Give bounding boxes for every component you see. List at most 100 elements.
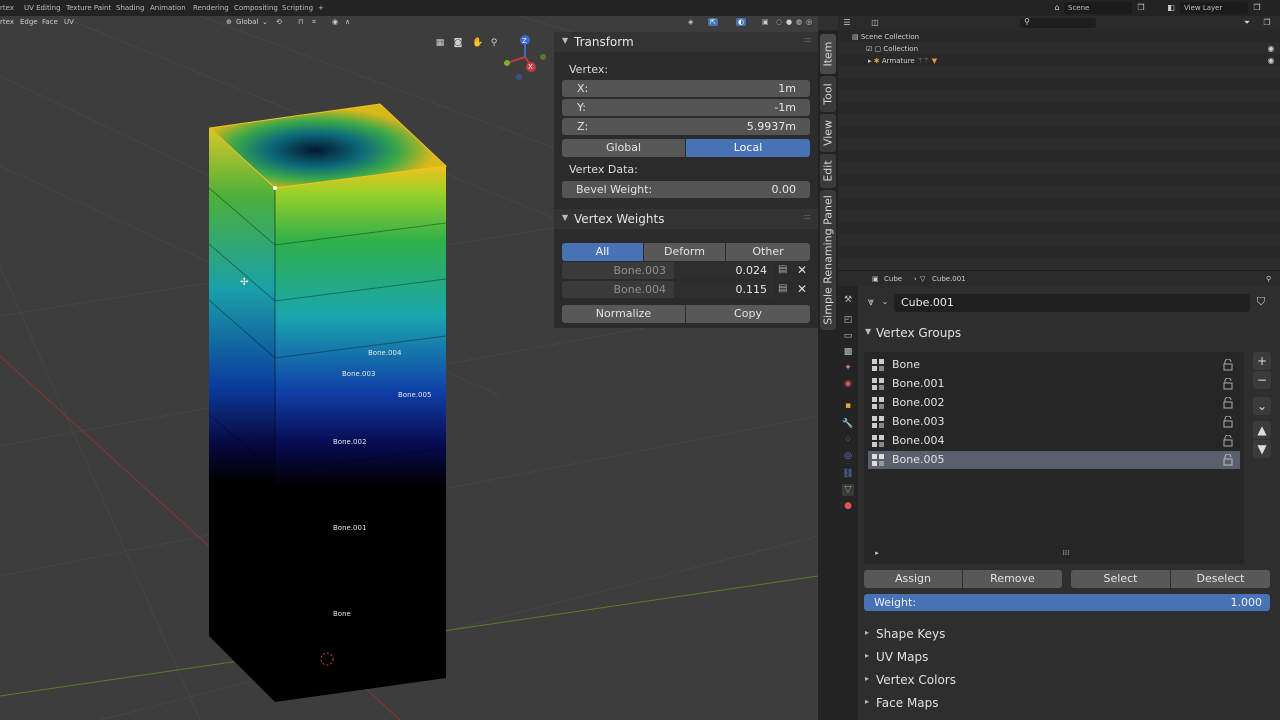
selected-vertex[interactable] [273, 186, 277, 190]
face-maps-panel-header[interactable]: ▸ Face Maps [858, 692, 1280, 714]
material-tab-icon[interactable]: ● [842, 500, 854, 512]
list-item[interactable]: Bone.002 [868, 394, 1240, 412]
local-toggle[interactable]: Local [686, 139, 810, 157]
outliner-row[interactable]: ▤ Scene Collection [852, 33, 919, 41]
vertex-y-field[interactable]: Y: -1m [562, 99, 810, 116]
delete-icon[interactable]: ✕ [797, 262, 809, 279]
overlay-toggle-icon[interactable]: ◐ [736, 18, 747, 26]
editor-type-icon[interactable]: ☰ [842, 18, 852, 28]
delete-icon[interactable]: ✕ [797, 281, 809, 298]
pin-icon[interactable]: ⚲ [1266, 275, 1271, 283]
remove-vertex-group-button[interactable]: − [1253, 371, 1271, 389]
mesh-data-tab-icon[interactable]: ▽ [842, 484, 854, 496]
paste-icon[interactable]: ▤ [778, 283, 790, 295]
checkbox-icon[interactable]: ☑ [866, 45, 872, 53]
lock-icon[interactable] [1222, 415, 1234, 428]
lock-icon[interactable] [1222, 396, 1234, 409]
remove-button[interactable]: Remove [963, 570, 1062, 588]
tool-tab-icon[interactable]: ⚒ [842, 294, 854, 306]
physics-tab-icon[interactable]: ◎ [842, 450, 854, 462]
transform-panel-header[interactable]: ▼ Transform :::: [554, 32, 818, 52]
xray-icon[interactable]: ▣ [762, 18, 769, 26]
list-resize-grip-icon[interactable]: ⁞⁞⁞ [1058, 548, 1074, 558]
workspace-tab-compositing[interactable]: Compositing [234, 4, 278, 12]
shading-wireframe-icon[interactable]: ◌ [776, 18, 782, 26]
world-tab-icon[interactable]: ◉ [842, 378, 854, 390]
output-tab-icon[interactable]: ▭ [842, 330, 854, 342]
expand-arrow-icon[interactable]: ▸ [868, 57, 872, 65]
paste-icon[interactable]: ▤ [778, 264, 790, 276]
list-item-selected[interactable]: Bone.005 [868, 451, 1240, 469]
tab-edit[interactable]: Edit [820, 154, 836, 188]
tab-all[interactable]: All [562, 243, 643, 261]
global-toggle[interactable]: Global [562, 139, 685, 157]
snap-target-icon[interactable]: ⌗ [312, 18, 316, 27]
camera-icon[interactable]: ◙ [453, 38, 463, 48]
list-item[interactable]: Bone [868, 356, 1240, 374]
workspace-tab-rendering[interactable]: Rendering [193, 4, 229, 12]
outliner-row[interactable]: ☑ ▢ Collection [866, 45, 918, 53]
vertex-group-list[interactable]: Bone Bone.001 Bone.002 Bone.003 Bone.004… [864, 352, 1244, 564]
render-tab-icon[interactable]: ◰ [842, 314, 854, 326]
vertex-groups-panel-header[interactable]: ▼ Vertex Groups [858, 322, 1280, 344]
select-button[interactable]: Select [1071, 570, 1170, 588]
filter-icon[interactable]: ⏷ [1242, 18, 1252, 28]
zoom-icon[interactable]: ⚲ [489, 38, 499, 48]
fake-user-shield-icon[interactable]: ⛉ [1256, 296, 1266, 307]
scene-tab-icon[interactable]: ✦ [842, 362, 854, 374]
tab-simple-renaming-panel[interactable]: Simple Renaming Panel [820, 190, 836, 330]
snap-icon[interactable]: ⊓ [298, 18, 303, 26]
drag-grip-icon[interactable]: :::: [803, 212, 811, 221]
menu-face[interactable]: Face [42, 18, 58, 26]
copy-button[interactable]: Copy [686, 305, 810, 323]
shading-solid-icon[interactable]: ● [786, 18, 792, 26]
lock-icon[interactable] [1222, 377, 1234, 390]
workspace-tab-texture-paint[interactable]: Texture Paint [66, 4, 111, 12]
view-layer-tab-icon[interactable]: ▩ [842, 346, 854, 358]
visibility-icon[interactable]: ◈ [688, 18, 693, 26]
mesh-object[interactable] [208, 103, 448, 702]
workspace-tab-edit[interactable]: rtex [0, 4, 14, 12]
copy-scene-icon[interactable]: ❐ [1136, 3, 1146, 13]
weight-slider[interactable]: Weight: 1.000 [864, 594, 1270, 611]
weight-value-field[interactable]: 0.024 [675, 262, 775, 279]
tab-deform[interactable]: Deform [644, 243, 725, 261]
list-item[interactable]: Bone.003 [868, 413, 1240, 431]
toggle-camera-view-icon[interactable]: ▦ [435, 38, 445, 48]
mesh-data-icon[interactable]: ⩔ [866, 296, 876, 307]
vertex-x-field[interactable]: X: 1m [562, 80, 810, 97]
shading-rendered-icon[interactable]: ◎ [806, 18, 812, 26]
constraints-tab-icon[interactable]: ⛓ [842, 468, 854, 480]
deselect-button[interactable]: Deselect [1171, 570, 1270, 588]
add-workspace-button[interactable]: + [318, 4, 324, 12]
gizmo-toggle-icon[interactable]: ⇱ [708, 18, 718, 26]
eye-icon[interactable]: ◉ [1266, 56, 1276, 66]
workspace-tab-shading[interactable]: Shading [116, 4, 144, 12]
menu-edge[interactable]: Edge [20, 18, 38, 26]
list-filter-expand-icon[interactable]: ▸ [872, 548, 882, 558]
copy-view-layer-icon[interactable]: ❐ [1252, 3, 1262, 13]
tab-tool[interactable]: Tool [820, 76, 836, 112]
bevel-weight-field[interactable]: Bevel Weight: 0.00 [562, 181, 810, 198]
pan-hand-icon[interactable]: ✋ [472, 38, 483, 48]
scene-selector[interactable]: Scene [1064, 2, 1132, 14]
move-up-button[interactable]: ▲ [1253, 421, 1271, 439]
add-vertex-group-button[interactable]: + [1253, 352, 1271, 370]
vertex-colors-panel-header[interactable]: ▸ Vertex Colors [858, 669, 1280, 691]
uv-maps-panel-header[interactable]: ▸ UV Maps [858, 646, 1280, 668]
falloff-icon[interactable]: ∧ [345, 18, 350, 26]
tab-other[interactable]: Other [726, 243, 810, 261]
shape-keys-panel-header[interactable]: ▸ Shape Keys [858, 623, 1280, 645]
view-layer-selector[interactable]: View Layer [1180, 2, 1248, 14]
display-mode-icon[interactable]: ◫ [870, 18, 880, 28]
particles-tab-icon[interactable]: ⁘ [842, 434, 854, 446]
lock-icon[interactable] [1222, 453, 1234, 466]
outliner-row[interactable]: ▸ ✱ Armature ⚚⚚ ▼ [868, 57, 937, 65]
tab-view[interactable]: View [820, 114, 836, 152]
transform-orientation-icon[interactable]: ⊕ [226, 18, 232, 26]
mesh-name-field[interactable]: Cube.001 [894, 294, 1250, 312]
move-down-button[interactable]: ▼ [1253, 440, 1271, 458]
workspace-tab-scripting[interactable]: Scripting [282, 4, 313, 12]
tab-item[interactable]: Item [820, 34, 836, 74]
drag-grip-icon[interactable]: :::: [803, 35, 811, 44]
